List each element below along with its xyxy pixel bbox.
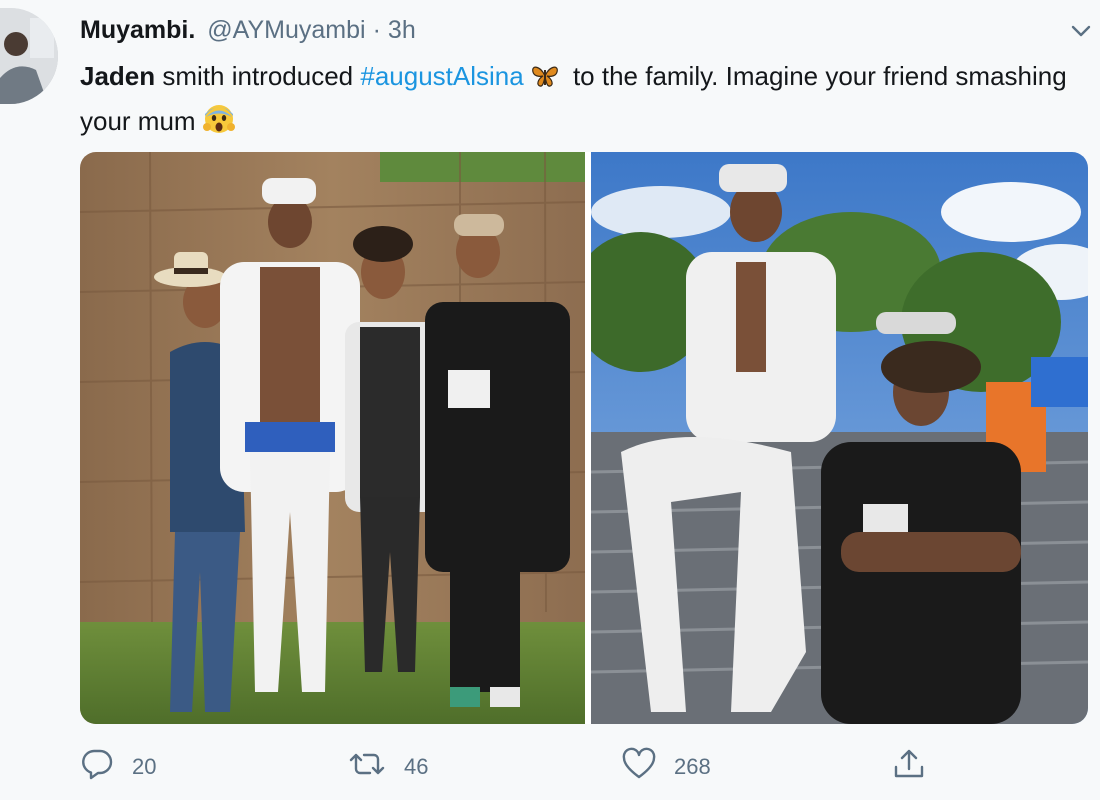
chevron-down-icon[interactable]	[1068, 18, 1094, 44]
retweet-icon	[348, 747, 404, 787]
header-separator: ·	[372, 15, 381, 44]
reply-count: 20	[132, 754, 157, 779]
tweet-timestamp[interactable]: 3h	[388, 16, 416, 45]
photo-group-four-people[interactable]	[80, 152, 585, 724]
author-display-name[interactable]: Muyambi.	[80, 16, 195, 45]
tweet-text-part1: smith introduced	[155, 61, 361, 91]
reply-icon	[80, 747, 132, 787]
tweet-text: Jaden smith introduced #augustAlsina to …	[80, 56, 1090, 145]
author-handle[interactable]: @AYMuyambi	[207, 16, 365, 45]
photo-two-people-seated[interactable]	[591, 152, 1088, 724]
butterfly-emoji	[530, 60, 560, 100]
screaming-face-emoji	[202, 100, 236, 145]
share-icon	[892, 747, 944, 787]
hashtag-link[interactable]: #augustAlsina	[360, 61, 523, 91]
share-button[interactable]	[892, 745, 944, 789]
media-grid	[80, 152, 1088, 724]
avatar[interactable]	[0, 8, 58, 104]
like-button[interactable]: 268	[622, 745, 711, 789]
like-count: 268	[674, 754, 711, 779]
mentioned-name: Jaden	[80, 61, 156, 91]
retweet-count: 46	[404, 754, 429, 779]
reply-button[interactable]: 20	[80, 745, 156, 789]
tweet-actions: 20 46 268	[80, 745, 1090, 789]
tweet-header: Muyambi. @AYMuyambi · 3h	[80, 14, 416, 46]
heart-icon	[622, 747, 674, 787]
retweet-button[interactable]: 46	[348, 745, 428, 789]
tweet-card: Muyambi. @AYMuyambi · 3h Jaden smith int…	[0, 0, 1100, 800]
